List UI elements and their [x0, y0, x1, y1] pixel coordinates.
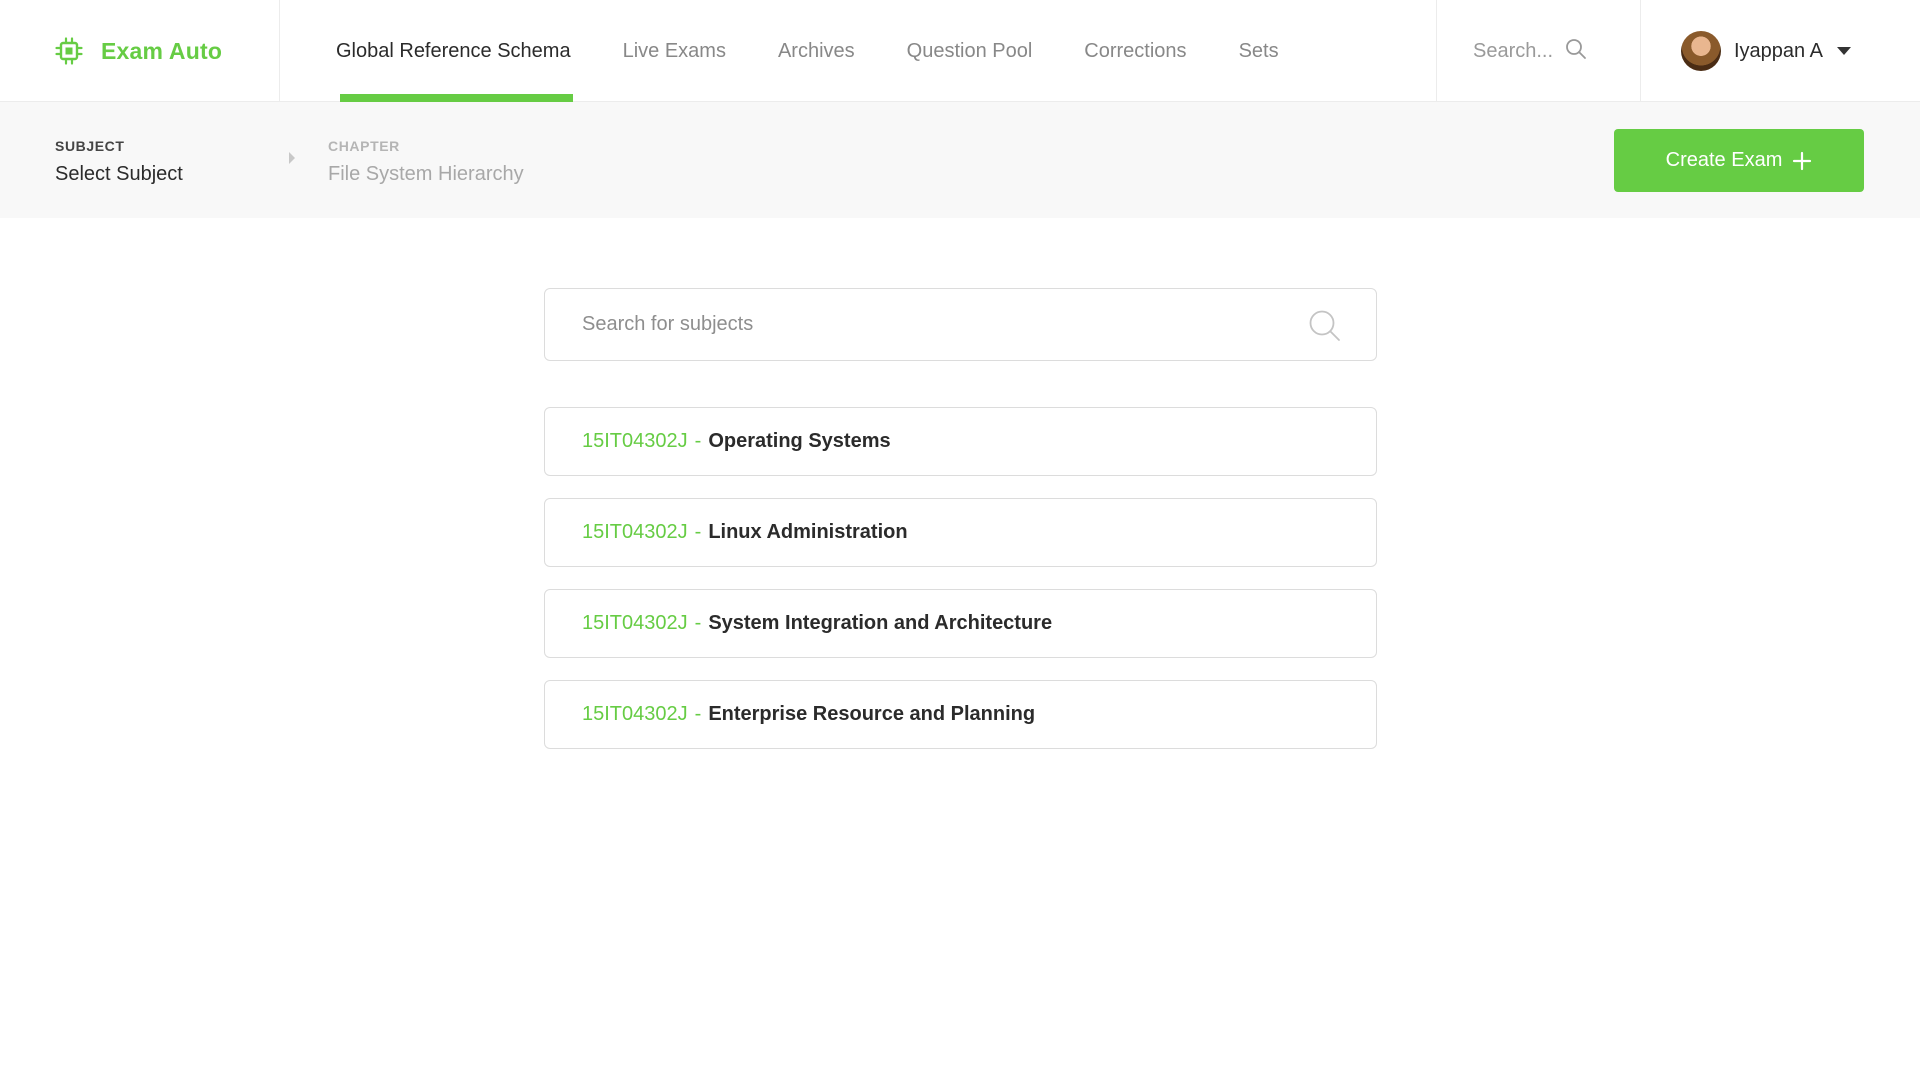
tab-live-exams[interactable]: Live Exams — [623, 0, 726, 102]
subject-separator: - — [694, 703, 702, 725]
user-name: Iyappan A — [1734, 39, 1823, 62]
global-search[interactable]: Search... — [1436, 0, 1640, 102]
tab-corrections[interactable]: Corrections — [1084, 0, 1186, 102]
breadcrumb-chapter[interactable]: CHAPTER File System Hierarchy — [328, 138, 524, 186]
create-exam-button[interactable]: Create Exam — [1614, 129, 1864, 192]
search-icon[interactable] — [1308, 309, 1342, 348]
subject-code: 15IT04302J — [582, 430, 688, 452]
subject-name: Linux Administration — [708, 521, 908, 543]
subject-search-placeholder: Search for subjects — [582, 313, 754, 335]
subject-name: System Integration and Architecture — [708, 612, 1053, 634]
subject-name: Operating Systems — [708, 430, 891, 452]
avatar[interactable] — [1681, 31, 1721, 71]
subject-separator: - — [694, 430, 702, 452]
breadcrumb-subject-label: SUBJECT — [55, 138, 125, 154]
global-search-placeholder: Search... — [1473, 39, 1554, 62]
subject-search-input[interactable]: Search for subjects — [544, 288, 1377, 361]
subject-item[interactable]: 15IT04302J - Enterprise Resource and Pla… — [544, 680, 1377, 749]
subject-code: 15IT04302J — [582, 521, 688, 543]
breadcrumb-subject[interactable]: SUBJECT Select Subject — [55, 138, 183, 186]
subject-code: 15IT04302J — [582, 612, 688, 634]
app-name: Exam Auto — [101, 37, 223, 64]
user-menu[interactable]: Iyappan A — [1640, 0, 1920, 102]
chevron-right-icon — [289, 152, 295, 164]
tab-sets[interactable]: Sets — [1239, 0, 1279, 102]
main-nav: Global Reference Schema Live Exams Archi… — [280, 0, 1331, 102]
breadcrumb-subject-value: Select Subject — [55, 163, 183, 185]
plus-icon — [1792, 151, 1812, 171]
tab-question-pool[interactable]: Question Pool — [907, 0, 1033, 102]
breadcrumb-chapter-value: File System Hierarchy — [328, 163, 524, 185]
create-exam-label: Create Exam — [1665, 149, 1783, 171]
subject-separator: - — [694, 612, 702, 634]
brand[interactable]: Exam Auto — [0, 0, 280, 102]
subject-name: Enterprise Resource and Planning — [708, 703, 1036, 725]
subject-code: 15IT04302J — [582, 703, 688, 725]
cpu-chip-icon — [55, 37, 83, 65]
subject-item[interactable]: 15IT04302J - System Integration and Arch… — [544, 589, 1377, 658]
tab-global-reference-schema[interactable]: Global Reference Schema — [336, 0, 573, 102]
breadcrumb-chapter-label: CHAPTER — [328, 138, 400, 154]
subject-separator: - — [694, 521, 702, 543]
top-navbar: Exam Auto Global Reference Schema Live E… — [0, 0, 1920, 102]
subject-item[interactable]: 15IT04302J - Linux Administration — [544, 498, 1377, 567]
search-icon[interactable] — [1565, 38, 1587, 65]
subject-item[interactable]: 15IT04302J - Operating Systems — [544, 407, 1377, 476]
caret-down-icon[interactable] — [1836, 47, 1851, 55]
tab-archives[interactable]: Archives — [778, 0, 855, 102]
subject-list: 15IT04302J - Operating Systems 15IT04302… — [544, 407, 1377, 771]
